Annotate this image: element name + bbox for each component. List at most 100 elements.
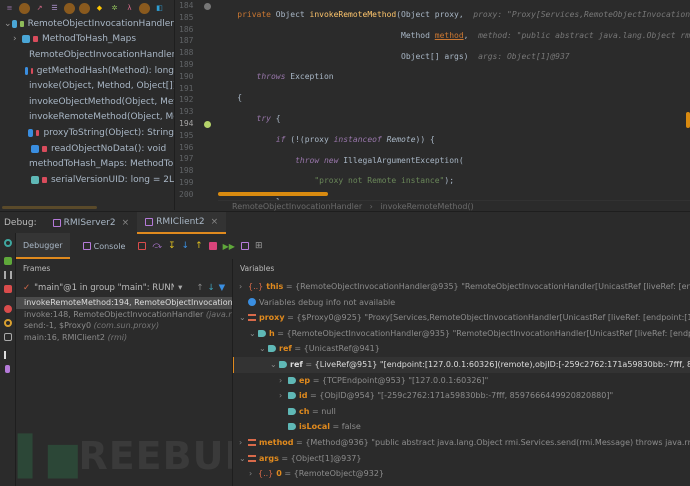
tab-debugger[interactable]: Debugger <box>16 233 70 259</box>
variable-row[interactable]: › id = {ObjID@954} "[-259c2762:171a59830b… <box>233 388 690 404</box>
variable-row[interactable]: ⌄ proxy = {$Proxy0@925} "Proxy[Services,R… <box>233 310 690 326</box>
structure-item[interactable]: getMethodHash(Method): long <box>0 63 174 79</box>
line-number[interactable]: 189 <box>175 59 218 71</box>
variable-row[interactable]: isLocal = false <box>233 419 690 435</box>
step-over-icon[interactable]: ↧ <box>168 241 176 251</box>
code-vertical-scrollbar[interactable] <box>686 112 690 128</box>
stop-icon[interactable] <box>4 285 12 293</box>
line-number[interactable]: 190 <box>175 71 218 83</box>
lambda-icon[interactable]: λ <box>124 3 135 14</box>
thread-selector[interactable]: ✓ "main"@1 in group "main": RUNNING ▾ ↑ … <box>16 279 232 297</box>
line-number[interactable]: 185 <box>175 12 218 24</box>
variable-row[interactable]: › {..} 0 = {RemoteObject@932} <box>233 466 690 482</box>
frame-item[interactable]: invokeRemoteMethod:194, RemoteObjectInvo… <box>16 297 232 309</box>
chevron-right-icon[interactable]: › <box>249 466 258 482</box>
chevron-right-icon[interactable]: › <box>279 388 288 404</box>
close-icon[interactable]: × <box>211 217 219 227</box>
chevron-down-icon[interactable]: ⌄ <box>4 19 12 29</box>
structure-item[interactable]: ⌄ RemoteObjectInvocationHandler <box>0 16 174 32</box>
diamond-icon[interactable]: ◆ <box>94 3 105 14</box>
structure-item[interactable]: serialVersionUID: long = 2L <box>0 172 174 188</box>
frame-item[interactable]: main:16, RMIClient2 (rmi) <box>16 332 232 344</box>
line-number[interactable]: 187 <box>175 35 218 47</box>
lock-icon[interactable] <box>79 2 90 14</box>
code-horizontal-scrollbar[interactable] <box>218 192 328 196</box>
chevron-down-icon[interactable]: ⌄ <box>239 310 248 326</box>
line-number[interactable]: 197 <box>175 153 218 165</box>
mute-breakpoints-icon[interactable] <box>4 319 12 327</box>
variable-row[interactable]: › ep = {TCPEndpoint@953} "[127.0.0.1:6032… <box>233 373 690 389</box>
force-run-icon[interactable]: ▶▶ <box>223 242 235 251</box>
structure-item[interactable]: › MethodToHash_Maps <box>0 32 174 48</box>
chevron-down-icon[interactable]: ⌄ <box>249 326 258 342</box>
show-execution-point-icon[interactable]: ⤼ <box>152 241 162 251</box>
pin-icon[interactable] <box>5 365 10 373</box>
breakpoints-icon[interactable] <box>4 305 12 313</box>
filter-icon[interactable] <box>19 2 30 14</box>
tab-rmiserver2[interactable]: RMIServer2 × <box>45 212 137 234</box>
expand-icon[interactable] <box>139 2 150 14</box>
list-icon[interactable]: ☰ <box>49 3 60 14</box>
line-number[interactable]: 188 <box>175 47 218 59</box>
tab-console[interactable]: Console <box>76 233 133 259</box>
rerun-icon[interactable] <box>4 239 12 247</box>
breadcrumb-method[interactable]: invokeRemoteMethod() <box>380 202 473 211</box>
close-icon[interactable]: × <box>122 218 130 228</box>
structure-item[interactable]: invokeObjectMethod(Object, Method, Objec… <box>0 94 174 110</box>
chevron-down-icon[interactable]: ⌄ <box>259 341 268 357</box>
step-out-icon[interactable]: ↑ <box>195 241 203 251</box>
structure-item[interactable]: readObjectNoData(): void <box>0 141 174 157</box>
chevron-right-icon[interactable]: › <box>239 435 248 451</box>
line-number[interactable]: 200 <box>175 189 218 201</box>
run-to-cursor-icon[interactable] <box>208 242 217 250</box>
layout-icon[interactable] <box>138 242 147 250</box>
structure-item[interactable]: methodToHash_Maps: MethodToHash_Maps <box>0 156 174 172</box>
line-number[interactable]: 194 <box>175 118 218 130</box>
camera-icon[interactable] <box>4 333 12 341</box>
variable-row[interactable]: ⌄ args = {Object[1]@937} <box>233 451 690 467</box>
evaluate-icon[interactable] <box>240 242 249 250</box>
chevron-down-icon[interactable]: ⌄ <box>239 451 248 467</box>
chevron-right-icon[interactable]: › <box>239 279 248 295</box>
structure-item[interactable]: invoke(Object, Method, Object[]): Object <box>0 78 174 94</box>
frame-item[interactable]: invoke:148, RemoteObjectInvocationHandle… <box>16 309 232 321</box>
trace-icon[interactable]: ⊞ <box>255 241 263 251</box>
line-number[interactable]: 186 <box>175 24 218 36</box>
anonymous-icon[interactable]: ✲ <box>109 3 120 14</box>
pause-icon[interactable] <box>4 271 12 279</box>
line-number[interactable]: 191 <box>175 83 218 95</box>
breadcrumb-class[interactable]: RemoteObjectInvocationHandler <box>232 202 362 211</box>
variable-row[interactable]: › {..} this = {RemoteObjectInvocationHandl… <box>233 279 690 295</box>
inherited-icon[interactable]: ↗ <box>34 3 45 14</box>
line-number[interactable]: 192 <box>175 94 218 106</box>
chevron-right-icon[interactable]: › <box>279 373 288 389</box>
override-icon[interactable] <box>204 3 211 10</box>
line-number[interactable]: 196 <box>175 142 218 154</box>
step-into-icon[interactable]: ↓ <box>182 241 190 251</box>
line-number[interactable]: 193 <box>175 106 218 118</box>
line-number[interactable]: 195 <box>175 130 218 142</box>
dropdown-icon[interactable]: ▾ <box>178 283 182 293</box>
variable-row[interactable]: ⌄ ref = {LiveRef@951} "[endpoint:[127.0.0… <box>233 356 690 373</box>
up-arrow-icon[interactable]: ↑ <box>196 283 203 293</box>
structure-item[interactable]: RemoteObjectInvocationHandler(RemoteRef) <box>0 47 174 63</box>
variable-row[interactable]: ch = null <box>233 404 690 420</box>
variable-row[interactable]: ⌄ ref = {UnicastRef@941} <box>233 341 690 357</box>
chevron-right-icon[interactable]: › <box>13 34 22 44</box>
structure-item[interactable]: invokeRemoteMethod(Object, Method, Objec… <box>0 110 174 126</box>
line-number[interactable]: 199 <box>175 177 218 189</box>
code-editor[interactable]: private Object invokeRemoteMethod(Object… <box>218 0 690 200</box>
down-arrow-icon[interactable]: ↓ <box>208 283 215 293</box>
variable-row[interactable]: ⌄ h = {RemoteObjectInvocationHandler@935}… <box>233 326 690 342</box>
frame-item[interactable]: send:-1, $Proxy0 (com.sun.proxy) <box>16 320 232 332</box>
variable-row[interactable]: Variables debug info not available <box>233 295 690 311</box>
settings-icon[interactable] <box>4 351 12 359</box>
tab-rmiclient2[interactable]: RMIClient2 × <box>137 211 227 234</box>
sort-icon[interactable]: ≡ <box>4 3 15 14</box>
breakpoint-check-icon[interactable] <box>204 121 211 128</box>
structure-item[interactable]: proxyToString(Object): String <box>0 125 174 141</box>
resume-icon[interactable] <box>4 257 12 265</box>
chevron-down-icon[interactable]: ⌄ <box>270 357 279 373</box>
horizontal-scrollbar[interactable] <box>2 206 97 209</box>
line-number[interactable]: 184 <box>175 0 218 12</box>
